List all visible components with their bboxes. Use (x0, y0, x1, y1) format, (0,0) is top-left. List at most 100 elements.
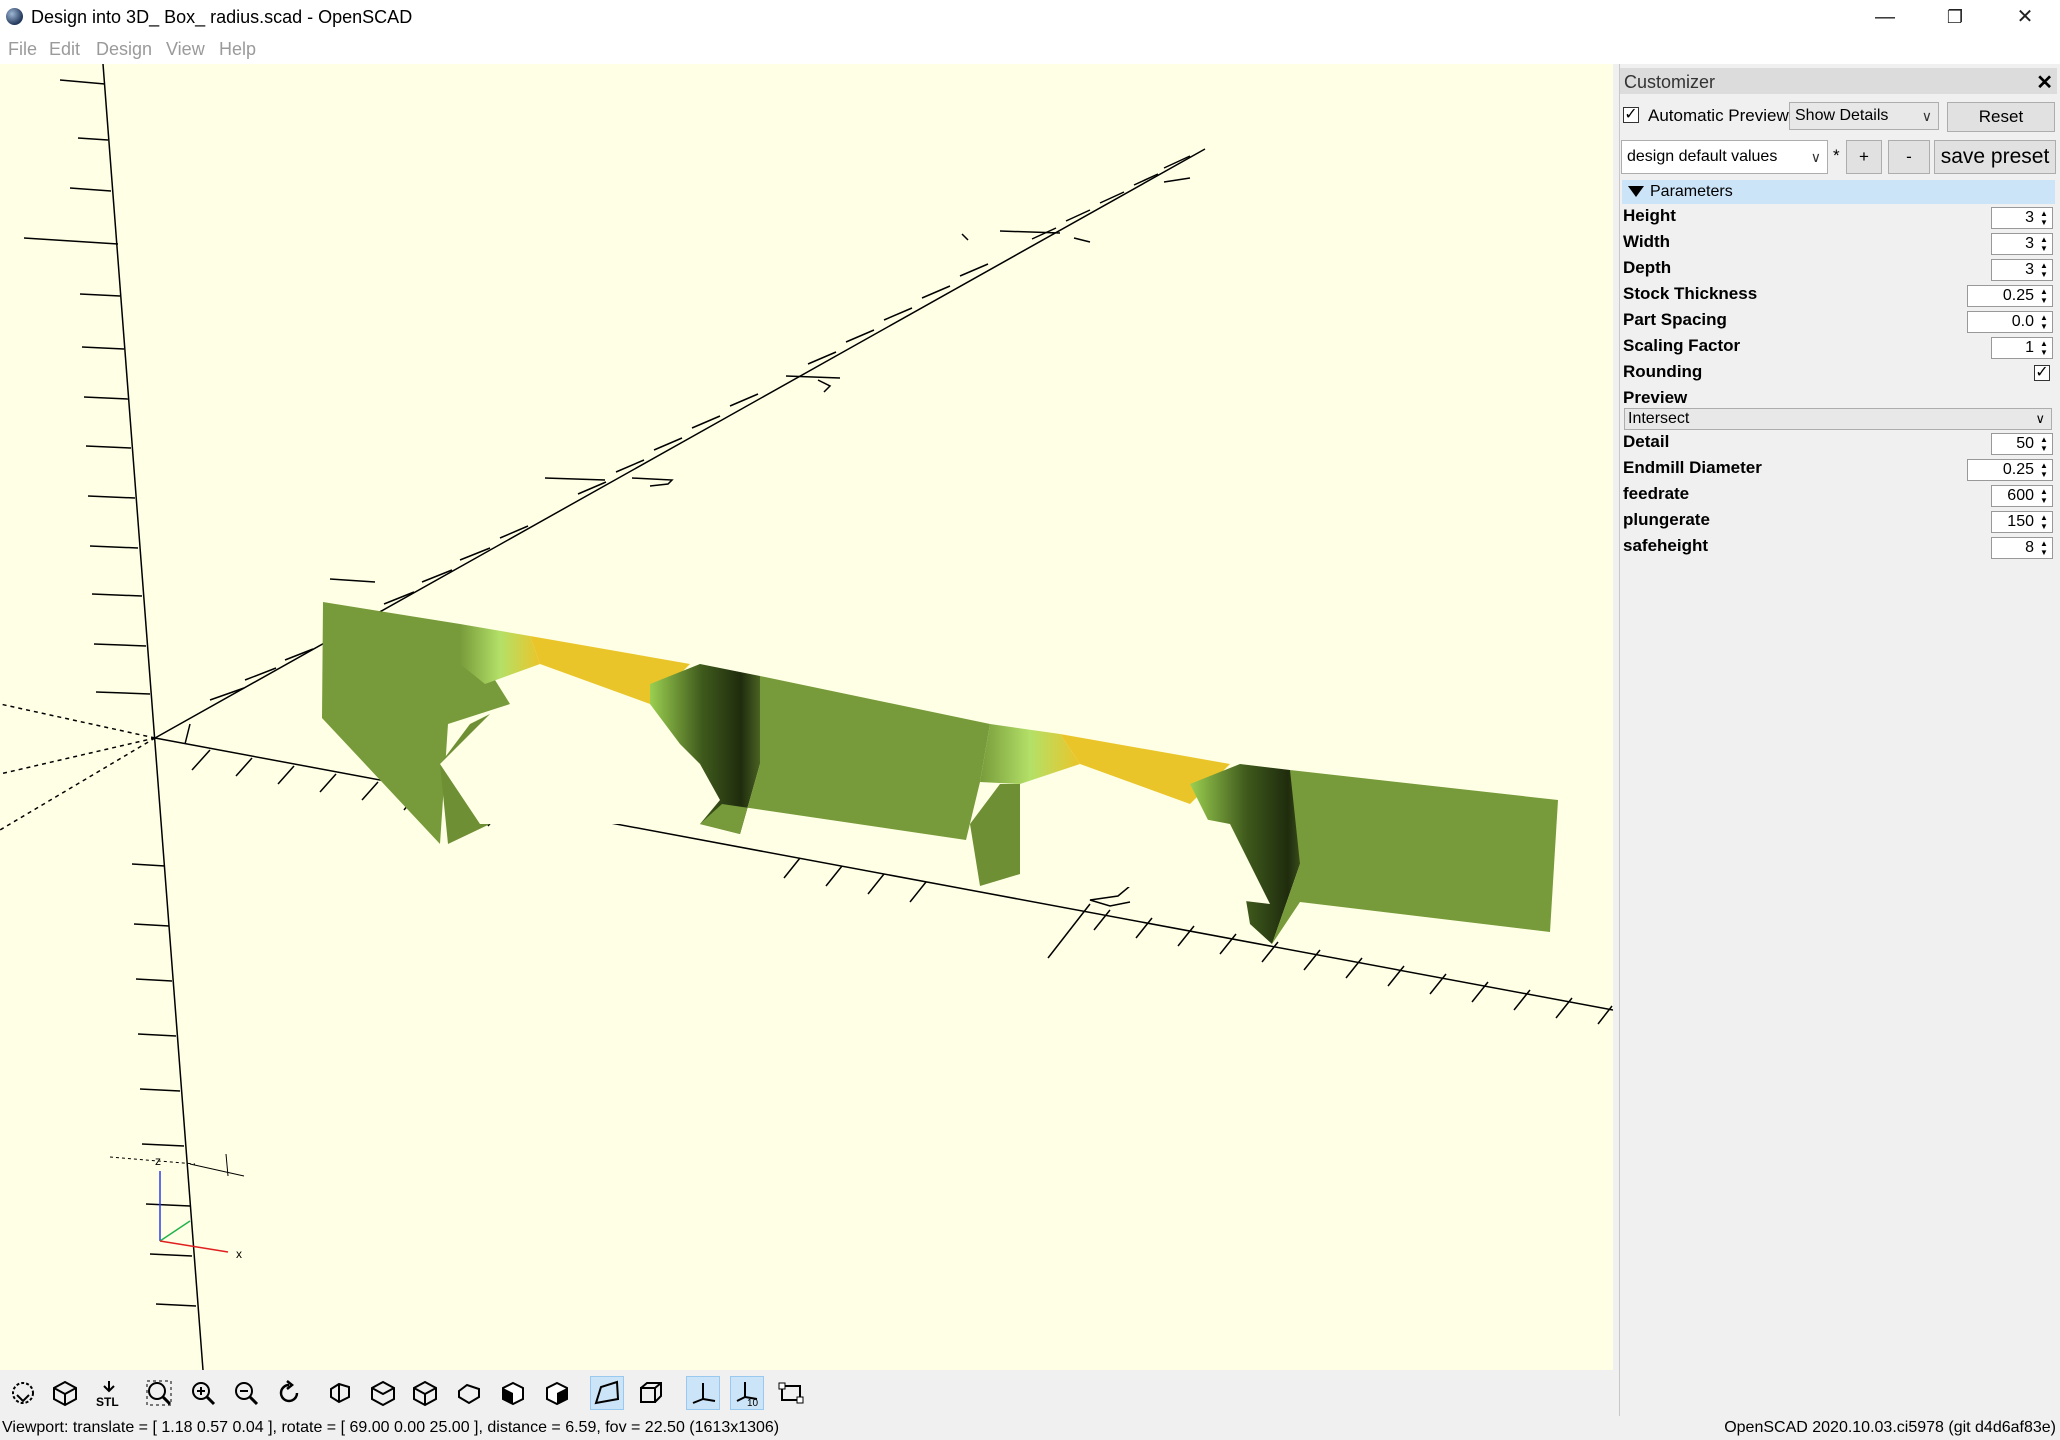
stock-thickness-spinbox[interactable]: 0.25 ▲ ▼ (1967, 285, 2053, 307)
view-front-icon (502, 1381, 524, 1406)
render-icon (53, 1380, 77, 1407)
close-button[interactable]: ✕ (1990, 0, 2060, 34)
view-top-button[interactable] (366, 1376, 400, 1410)
add-preset-button[interactable]: + (1846, 140, 1882, 174)
spin-arrows-icon[interactable]: ▲ ▼ (2038, 513, 2050, 531)
param-value: 1 (2025, 339, 2034, 356)
param-row-preview: Preview (1620, 386, 2057, 408)
menu-edit[interactable]: Edit (49, 39, 80, 60)
details-select[interactable]: Show Details ∨ (1789, 102, 1939, 130)
spin-arrows-icon[interactable]: ▲ ▼ (2038, 235, 2050, 253)
param-row-depth: Depth 3 ▲ ▼ (1620, 256, 2057, 282)
show-edges-button[interactable] (774, 1376, 808, 1410)
spin-arrows-icon[interactable]: ▲ ▼ (2038, 209, 2050, 227)
param-row-stock-thickness: Stock Thickness 0.25 ▲ ▼ (1620, 282, 2057, 308)
orthogonal-icon (640, 1382, 662, 1403)
preset-select-value: design default values (1627, 148, 1778, 165)
param-value: 8 (2025, 539, 2034, 556)
param-row-rounding: Rounding ✓ (1620, 360, 2057, 386)
3d-viewport[interactable]: z x (0, 64, 1613, 1370)
show-axes-icon (692, 1383, 716, 1404)
save-preset-button[interactable]: save preset (1934, 140, 2056, 174)
spin-arrows-icon[interactable]: ▲ ▼ (2038, 539, 2050, 557)
customizer-title: Customizer (1624, 72, 1716, 92)
export-stl-button[interactable]: STL (92, 1376, 126, 1410)
spin-arrows-icon[interactable]: ▲ ▼ (2038, 435, 2050, 453)
view-right-button[interactable] (322, 1376, 356, 1410)
height-spinbox[interactable]: 3 ▲ ▼ (1991, 207, 2053, 229)
view-back-button[interactable] (540, 1376, 574, 1410)
param-name: Height (1623, 206, 1676, 225)
param-row-scaling-factor: Scaling Factor 1 ▲ ▼ (1620, 334, 2057, 360)
automatic-preview-checkbox[interactable]: ✓ (1623, 107, 1639, 123)
minimize-button[interactable]: — (1850, 0, 1920, 34)
parameters-group-header[interactable]: Parameters (1622, 180, 2055, 204)
menu-file[interactable]: File (8, 39, 37, 60)
view-bottom-button[interactable] (408, 1376, 442, 1410)
reset-button[interactable]: Reset (1947, 102, 2055, 132)
preset-select[interactable]: design default values ∨ (1621, 140, 1828, 174)
spin-arrows-icon[interactable]: ▲ ▼ (2038, 313, 2050, 331)
automatic-preview-label: Automatic Preview (1648, 106, 1789, 125)
param-name: Endmill Diameter (1623, 458, 1762, 477)
part-spacing-spinbox[interactable]: 0.0 ▲ ▼ (1967, 311, 2053, 333)
menu-view[interactable]: View (166, 39, 205, 60)
openscad-logo-icon (6, 8, 23, 25)
param-value: 600 (2007, 487, 2034, 504)
spin-arrows-icon[interactable]: ▲ ▼ (2038, 461, 2050, 479)
scaling-factor-spinbox[interactable]: 1 ▲ ▼ (1991, 337, 2053, 359)
safeheight-spinbox[interactable]: 8 ▲ ▼ (1991, 537, 2053, 559)
spin-arrows-icon[interactable]: ▲ ▼ (2038, 339, 2050, 357)
param-row-feedrate: feedrate 600 ▲ ▼ (1620, 482, 2057, 508)
width-spinbox[interactable]: 3 ▲ ▼ (1991, 233, 2053, 255)
restore-button[interactable]: ❐ (1920, 0, 1990, 34)
parameters-label: Parameters (1650, 183, 1733, 200)
perspective-button[interactable] (590, 1376, 624, 1410)
customizer-header: Customizer ✕ (1620, 68, 2057, 94)
preview-button[interactable] (6, 1376, 40, 1410)
view-front-button[interactable] (496, 1376, 530, 1410)
close-icon[interactable]: ✕ (2036, 70, 2053, 95)
preview-mode-select[interactable]: Intersect ∨ (1624, 408, 2052, 430)
depth-spinbox[interactable]: 3 ▲ ▼ (1991, 259, 2053, 281)
axis-x-label: x (236, 1247, 242, 1261)
spin-arrows-icon[interactable]: ▲ ▼ (2038, 261, 2050, 279)
view-all-button[interactable] (142, 1376, 176, 1410)
menu-design[interactable]: Design (96, 39, 152, 60)
show-scale-markers-icon: 10 (736, 1382, 759, 1407)
scale-label: 10 (747, 1398, 759, 1407)
plungerate-spinbox[interactable]: 150 ▲ ▼ (1991, 511, 2053, 533)
remove-preset-button[interactable]: - (1888, 140, 1930, 174)
show-scale-markers-button[interactable]: 10 (730, 1376, 764, 1410)
param-name: Preview (1623, 388, 1688, 407)
zoom-in-button[interactable] (186, 1376, 220, 1410)
chevron-down-icon: ∨ (1921, 108, 1932, 124)
spin-arrows-icon[interactable]: ▲ ▼ (2038, 487, 2050, 505)
spin-arrows-icon[interactable]: ▲ ▼ (2038, 287, 2050, 305)
rounding-checkbox[interactable]: ✓ (2034, 365, 2050, 381)
param-value: 0.25 (2002, 461, 2034, 478)
render-button[interactable] (48, 1376, 82, 1410)
preview-mode-value: Intersect (1628, 410, 1690, 427)
reset-view-icon (279, 1380, 299, 1403)
orthogonal-button[interactable] (634, 1376, 668, 1410)
status-bar: Viewport: translate = [ 1.18 0.57 0.04 ]… (0, 1416, 2060, 1440)
show-axes-button[interactable] (686, 1376, 720, 1410)
param-value: 3 (2025, 235, 2034, 252)
param-row-detail: Detail 50 ▲ ▼ (1620, 430, 2057, 456)
detail-spinbox[interactable]: 50 ▲ ▼ (1991, 433, 2053, 455)
viewport-scene: z x (0, 64, 1613, 1370)
zoom-out-button[interactable] (229, 1376, 263, 1410)
param-row-plungerate: plungerate 150 ▲ ▼ (1620, 508, 2057, 534)
param-row-safeheight: safeheight 8 ▲ ▼ (1620, 534, 2057, 560)
menu-help[interactable]: Help (219, 39, 256, 60)
zoom-in-icon (192, 1382, 216, 1406)
param-name: Depth (1623, 258, 1672, 277)
param-name: Rounding (1623, 362, 1703, 381)
endmill-diameter-spinbox[interactable]: 0.25 ▲ ▼ (1967, 459, 2053, 481)
feedrate-spinbox[interactable]: 600 ▲ ▼ (1991, 485, 2053, 507)
zoom-out-icon (235, 1382, 259, 1406)
preview-icon (12, 1382, 34, 1404)
reset-view-button[interactable] (272, 1376, 306, 1410)
view-left-button[interactable] (452, 1376, 486, 1410)
